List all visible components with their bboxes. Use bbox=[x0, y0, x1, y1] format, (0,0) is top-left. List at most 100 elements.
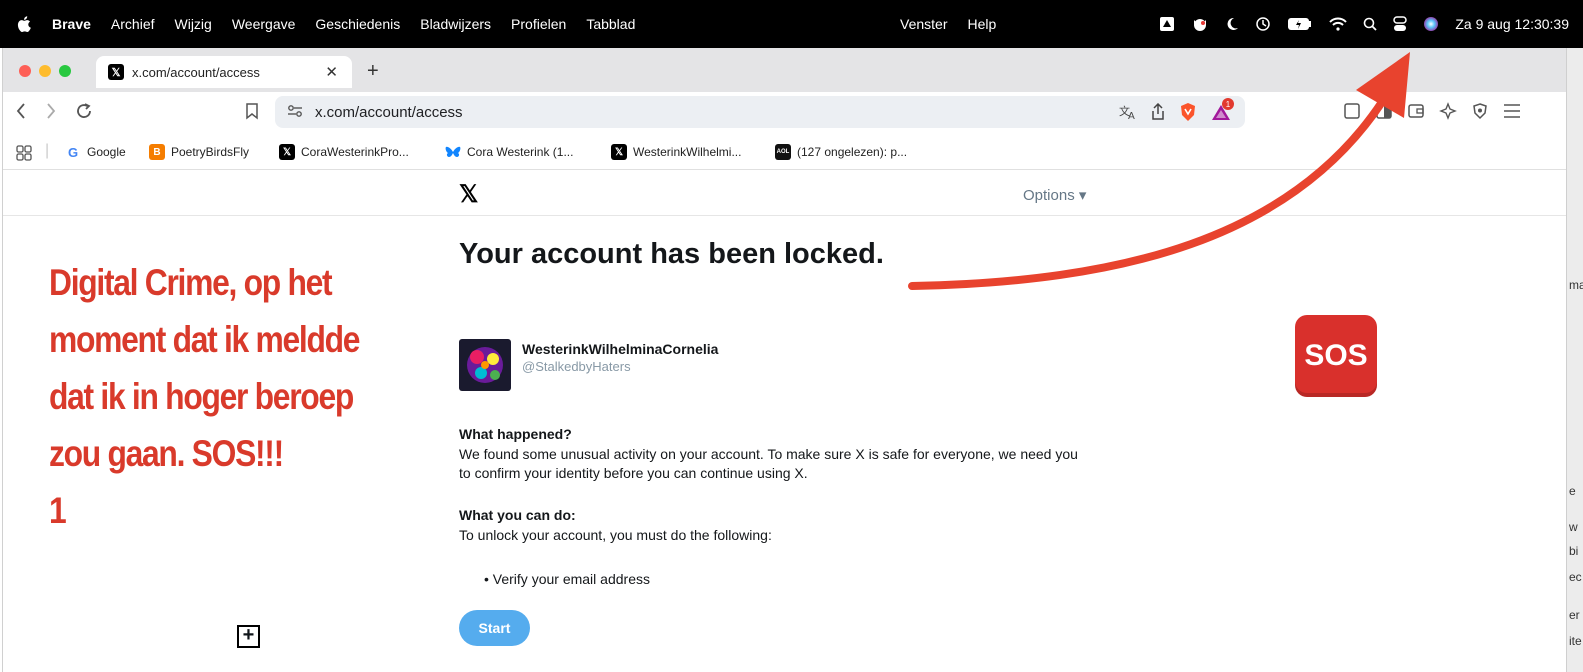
sos-emoji: SOS bbox=[1295, 315, 1377, 397]
vpn-shield-icon[interactable] bbox=[1471, 102, 1489, 120]
site-settings-icon[interactable] bbox=[287, 104, 303, 121]
edge-text: bi bbox=[1569, 544, 1579, 558]
wifi-icon[interactable] bbox=[1329, 17, 1348, 31]
bookmark-label: (127 ongelezen): p... bbox=[797, 145, 908, 159]
what-happened-text: We found some unusual activity on your a… bbox=[459, 446, 1078, 481]
siri-icon[interactable] bbox=[1423, 16, 1439, 32]
leo-ai-icon[interactable] bbox=[1439, 102, 1457, 120]
browser-window: 𝕏 x.com/account/access ✕ + x.com/account… bbox=[2, 48, 1567, 672]
page-title: Your account has been locked. bbox=[459, 238, 884, 270]
drive-icon[interactable] bbox=[1159, 16, 1175, 32]
close-tab-icon[interactable]: ✕ bbox=[325, 63, 338, 81]
extension-icon[interactable] bbox=[1343, 102, 1361, 120]
translate-icon[interactable]: 文A bbox=[1119, 104, 1137, 120]
start-button[interactable]: Start bbox=[459, 610, 530, 646]
url-text: x.com/account/access bbox=[315, 103, 463, 121]
back-icon[interactable] bbox=[15, 102, 27, 126]
aol-icon: AOL bbox=[775, 144, 791, 160]
address-bar-icons: 文A 1 bbox=[1105, 98, 1234, 122]
plus-box-icon: + bbox=[237, 625, 260, 648]
background-window-edge: ma e w bi ec er ite bbox=[1566, 48, 1583, 672]
menu-venster[interactable]: Venster bbox=[900, 16, 947, 32]
google-icon: G bbox=[67, 144, 79, 160]
menu-geschiedenis[interactable]: Geschiedenis bbox=[315, 16, 400, 32]
menu-help[interactable]: Help bbox=[967, 16, 996, 32]
bookmark-label: PoetryBirdsFly bbox=[171, 145, 250, 159]
bookmark-label: WesterinkWilhelmi... bbox=[633, 145, 742, 159]
rewards-badge: 1 bbox=[1222, 98, 1234, 110]
list-item: • Verify your email address bbox=[484, 571, 650, 587]
menu-weergave[interactable]: Weergave bbox=[232, 16, 296, 32]
blogger-icon: B bbox=[149, 144, 165, 160]
svg-text:A: A bbox=[1128, 111, 1135, 120]
account-username: WesterinkWilhelminaCornelia bbox=[522, 341, 719, 357]
bookmark-icon[interactable] bbox=[245, 102, 259, 126]
page-content: 𝕏 Options ▾ Your account has been locked… bbox=[3, 170, 1567, 672]
x-logo[interactable]: 𝕏 bbox=[459, 180, 478, 209]
new-tab-icon[interactable]: + bbox=[367, 60, 379, 83]
menu-bar-clock[interactable]: Za 9 aug 12:30:39 bbox=[1455, 16, 1569, 32]
time-machine-icon[interactable] bbox=[1255, 16, 1271, 32]
spotlight-search-icon[interactable] bbox=[1363, 17, 1377, 31]
bookmark-poetrybirdsfly[interactable]: B PoetryBirdsFly bbox=[149, 144, 249, 160]
what-you-can-do-text: To unlock your account, you must do the … bbox=[459, 527, 772, 543]
bookmark-cora-westerink-bluesky[interactable]: Cora Westerink (1... bbox=[445, 144, 573, 160]
bookmark-aol-mail[interactable]: AOL (127 ongelezen): p... bbox=[775, 144, 907, 160]
moon-icon[interactable] bbox=[1225, 16, 1239, 32]
brave-rewards-icon[interactable]: 1 bbox=[1211, 98, 1234, 121]
sidebar-toggle-icon[interactable] bbox=[1375, 102, 1393, 120]
x-favicon-icon: 𝕏 bbox=[108, 64, 124, 80]
bookmarks-bar: | G Google B PoetryBirdsFly 𝕏 CoraWester… bbox=[3, 134, 1566, 170]
reload-icon[interactable] bbox=[75, 102, 93, 126]
what-you-can-do-title: What you can do: bbox=[459, 507, 576, 523]
window-controls bbox=[19, 65, 79, 77]
avatar bbox=[459, 339, 511, 391]
annotation-text: Digital Crime, op het moment dat ik meld… bbox=[49, 262, 360, 531]
apps-grid-icon[interactable] bbox=[15, 144, 33, 162]
edge-text: ma bbox=[1569, 278, 1583, 292]
bookmarks-divider: | bbox=[45, 142, 50, 159]
edge-text: ec bbox=[1569, 570, 1582, 584]
share-icon[interactable] bbox=[1151, 103, 1165, 121]
options-dropdown[interactable]: Options ▾ bbox=[1023, 186, 1086, 204]
x-icon: 𝕏 bbox=[279, 144, 295, 160]
apple-icon[interactable] bbox=[16, 15, 34, 33]
x-icon: 𝕏 bbox=[611, 144, 627, 160]
control-center-icon[interactable] bbox=[1393, 16, 1408, 32]
menu-tabblad[interactable]: Tabblad bbox=[586, 16, 635, 32]
edge-text: er bbox=[1569, 608, 1580, 622]
wallet-icon[interactable] bbox=[1407, 102, 1425, 120]
bookmark-corawesterinkpro[interactable]: 𝕏 CoraWesterinkPro... bbox=[279, 144, 409, 160]
minimize-window-button[interactable] bbox=[39, 65, 51, 77]
forward-icon[interactable] bbox=[45, 102, 57, 126]
verify-email-item: Verify your email address bbox=[492, 571, 650, 587]
cat-icon[interactable] bbox=[1191, 16, 1209, 32]
menu-app-name[interactable]: Brave bbox=[52, 16, 91, 32]
zoom-window-button[interactable] bbox=[59, 65, 71, 77]
menu-wijzig[interactable]: Wijzig bbox=[175, 16, 212, 32]
bookmark-westerinkwilhelmi[interactable]: 𝕏 WesterinkWilhelmi... bbox=[611, 144, 741, 160]
menu-icon[interactable] bbox=[1503, 103, 1521, 119]
status-area: Za 9 aug 12:30:39 bbox=[1159, 0, 1583, 48]
brave-shields-icon[interactable] bbox=[1179, 102, 1197, 122]
account-handle: @StalkedbyHaters bbox=[522, 359, 631, 374]
what-happened-title: What happened? bbox=[459, 426, 572, 442]
edge-text: w bbox=[1569, 520, 1578, 534]
menu-profielen[interactable]: Profielen bbox=[511, 16, 566, 32]
navigation-bar: x.com/account/access 文A 1 bbox=[3, 92, 1566, 134]
menu-archief[interactable]: Archief bbox=[111, 16, 155, 32]
right-menus: Venster Help bbox=[900, 0, 1016, 48]
menu-bladwijzers[interactable]: Bladwijzers bbox=[420, 16, 491, 32]
address-bar[interactable]: x.com/account/access 文A 1 bbox=[275, 96, 1245, 128]
active-tab[interactable]: 𝕏 x.com/account/access ✕ bbox=[96, 56, 352, 88]
bookmark-google[interactable]: G Google bbox=[65, 144, 126, 160]
edge-text: ite bbox=[1569, 634, 1582, 648]
browser-toolbar-right bbox=[1343, 102, 1535, 120]
close-window-button[interactable] bbox=[19, 65, 31, 77]
battery-icon[interactable] bbox=[1287, 17, 1313, 31]
edge-text: e bbox=[1569, 484, 1576, 498]
bookmark-label: Cora Westerink (1... bbox=[467, 145, 574, 159]
macos-menu-bar: Brave Archief Wijzig Weergave Geschieden… bbox=[0, 0, 1583, 48]
bluesky-icon bbox=[445, 144, 461, 160]
tab-title: x.com/account/access bbox=[132, 64, 260, 80]
